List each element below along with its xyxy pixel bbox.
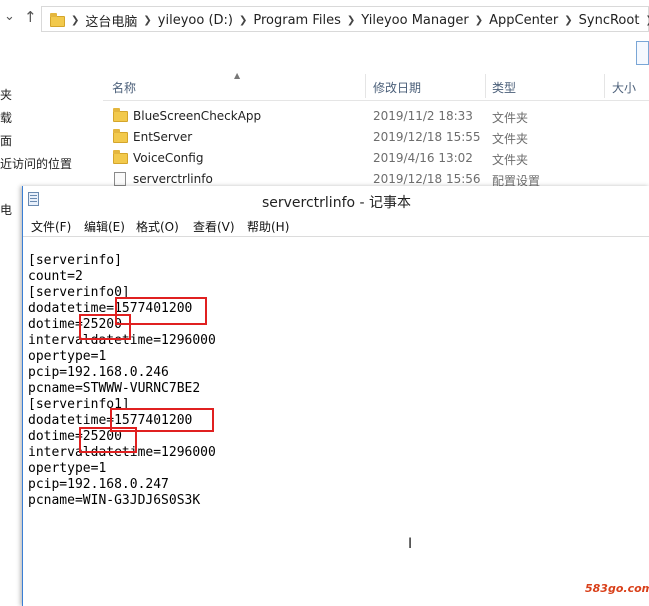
file-date: 2019/4/16 13:02 — [373, 151, 473, 165]
highlight-box — [79, 314, 131, 340]
file-date: 2019/11/2 18:33 — [373, 109, 473, 123]
breadcrumb-item[interactable]: yileyoo (D:) — [158, 13, 233, 28]
column-header-size[interactable]: 大小 — [612, 79, 636, 96]
chevron-right-icon[interactable]: ❯ — [143, 15, 151, 26]
title-bar[interactable]: serverctrlinfo - 记事本 — [23, 186, 649, 215]
nav-item[interactable]: 近访问的位置 — [0, 155, 72, 172]
menu-bar: 文件(F) 编辑(E) 格式(O) 查看(V) 帮助(H) — [23, 214, 649, 237]
chevron-right-icon[interactable]: ❯ — [564, 15, 572, 26]
column-divider[interactable] — [365, 74, 366, 98]
file-date: 2019/12/18 15:55 — [373, 130, 481, 144]
file-name: serverctrlinfo — [133, 172, 213, 186]
file-content: [serverinfo] count=2 [serverinfo0] dodateti… — [28, 253, 216, 509]
file-date: 2019/12/18 15:56 — [373, 172, 481, 186]
text-line: [serverinfo] — [28, 253, 122, 268]
text-line: opertype=1 — [28, 349, 107, 364]
chevron-right-icon[interactable]: ❯ — [71, 15, 79, 26]
folder-icon — [113, 108, 128, 122]
dropdown-chevron-icon[interactable]: ⌄ — [4, 9, 15, 24]
up-arrow-icon[interactable]: ↑ — [24, 8, 37, 26]
config-file-icon — [114, 172, 126, 186]
file-row[interactable]: VoiceConfig 2019/4/16 13:02 文件夹 — [103, 148, 649, 169]
file-name: BlueScreenCheckApp — [133, 109, 262, 123]
text-line: pcip=192.168.0.246 — [28, 365, 169, 380]
text-line: opertype=1 — [28, 461, 107, 476]
folder-icon — [113, 129, 128, 143]
breadcrumb-item[interactable]: SyncRoot — [579, 13, 640, 28]
file-name: VoiceConfig — [133, 151, 204, 165]
file-list-header: ▲ 名称 修改日期 类型 大小 — [103, 71, 649, 101]
file-row[interactable]: BlueScreenCheckApp 2019/11/2 18:33 文件夹 — [103, 106, 649, 127]
breadcrumb: ❯ 这台电脑 ❯ yileyoo (D:) ❯ Program Files ❯ … — [50, 11, 649, 30]
column-header-type[interactable]: 类型 — [492, 79, 516, 96]
nav-item[interactable]: 电 — [0, 201, 12, 218]
file-type: 文件夹 — [492, 111, 529, 125]
explorer-address-row: ⌄ ↑ ❯ 这台电脑 ❯ yileyoo (D:) ❯ Program File… — [0, 0, 649, 38]
column-divider[interactable] — [485, 74, 486, 98]
column-header-date[interactable]: 修改日期 — [373, 79, 421, 96]
text-editor[interactable]: [serverinfo] count=2 [serverinfo0] dodateti… — [23, 237, 649, 606]
chevron-right-icon[interactable]: ❯ — [239, 15, 247, 26]
file-type: 文件夹 — [492, 153, 529, 167]
column-header-name[interactable]: 名称 — [112, 79, 136, 96]
menu-file[interactable]: 文件(F) — [31, 218, 71, 235]
notepad-window: serverctrlinfo - 记事本 文件(F) 编辑(E) 格式(O) 查… — [22, 186, 649, 606]
text-line: pcname=WIN-G3JDJ6S0S3K — [28, 493, 201, 508]
breadcrumb-item[interactable]: AppCenter — [489, 13, 558, 28]
menu-format[interactable]: 格式(O) — [136, 218, 179, 235]
menu-view[interactable]: 查看(V) — [193, 218, 235, 235]
breadcrumb-item[interactable]: 这台电脑 — [85, 11, 137, 30]
nav-item[interactable]: 面 — [0, 132, 12, 149]
text-line: pcname=STWWW-VURNC7BE2 — [28, 381, 201, 396]
file-row[interactable]: EntServer 2019/12/18 15:55 文件夹 — [103, 127, 649, 148]
watermark: 583go.com — [585, 582, 649, 595]
menu-edit[interactable]: 编辑(E) — [84, 218, 125, 235]
chevron-right-icon[interactable]: ❯ — [347, 15, 355, 26]
column-divider[interactable] — [604, 74, 605, 98]
highlight-box — [79, 427, 137, 453]
nav-item[interactable]: 夹 — [0, 86, 12, 103]
folder-icon — [113, 150, 128, 164]
window-title: serverctrlinfo - 记事本 — [261, 195, 412, 211]
view-toggle-button[interactable] — [636, 41, 649, 65]
file-type: 文件夹 — [492, 132, 529, 146]
address-bar[interactable]: ❯ 这台电脑 ❯ yileyoo (D:) ❯ Program Files ❯ … — [41, 6, 649, 32]
text-cursor-icon: I — [408, 536, 413, 552]
folder-icon — [50, 13, 65, 27]
file-name: EntServer — [133, 130, 193, 144]
breadcrumb-item[interactable]: Program Files — [253, 13, 341, 28]
text-line: count=2 — [28, 269, 83, 284]
chevron-right-icon[interactable]: ❯ — [475, 15, 483, 26]
sort-ascending-icon: ▲ — [234, 71, 241, 80]
menu-help[interactable]: 帮助(H) — [247, 218, 289, 235]
nav-item[interactable]: 载 — [0, 109, 12, 126]
breadcrumb-item[interactable]: Yileyoo Manager — [361, 13, 468, 28]
text-line: pcip=192.168.0.247 — [28, 477, 169, 492]
chevron-right-icon[interactable]: ❯ — [645, 15, 649, 26]
